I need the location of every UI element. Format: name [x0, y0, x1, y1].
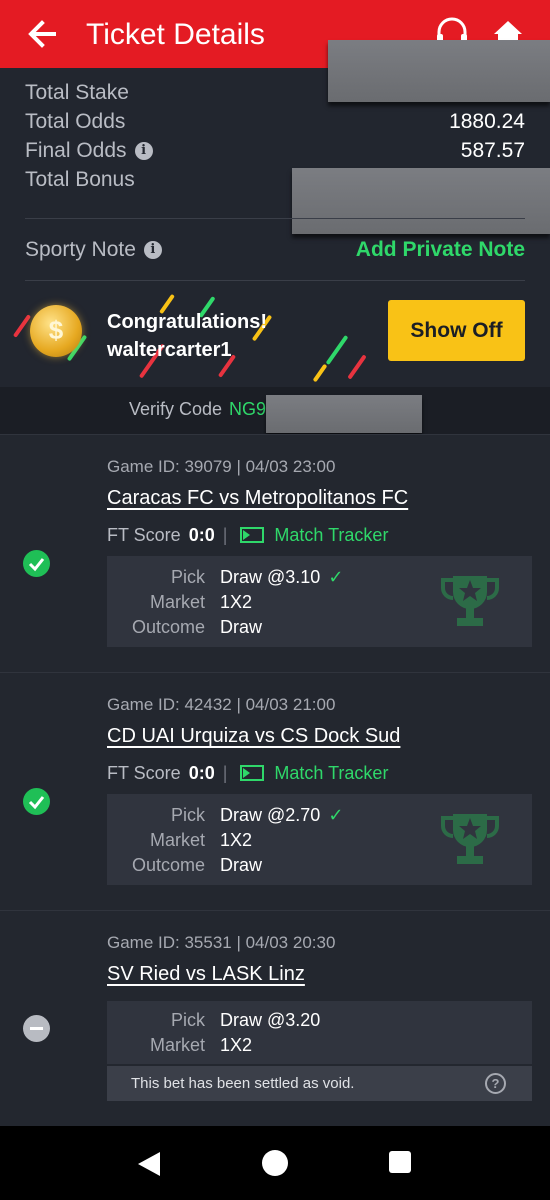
outcome-label: Outcome [131, 617, 205, 637]
divider [25, 218, 525, 219]
match-tracker-link[interactable]: Match Tracker [240, 763, 388, 783]
game-id: Game ID: 42432 | 04/03 21:00 [107, 695, 336, 714]
sporty-note-label: Sporty Note i [25, 236, 162, 264]
nav-home-icon[interactable] [262, 1150, 288, 1176]
void-notice-text: This bet has been settled as void. [131, 1075, 355, 1092]
trophy-icon [441, 576, 499, 626]
match-link[interactable]: Caracas FC vs Metropolitanos FC [107, 487, 408, 510]
market-value: 1X2 [220, 592, 253, 612]
redaction-block [266, 395, 422, 433]
final-odds-label: Final Odds [25, 139, 127, 162]
show-off-button[interactable]: Show Off [388, 300, 525, 361]
outcome-value: Draw [220, 617, 263, 637]
void-notice: This bet has been settled as void. ? [107, 1066, 532, 1101]
outcome-value: Draw [220, 855, 263, 875]
total-odds-row: Total Odds 1880.24 [25, 108, 525, 136]
match-link[interactable]: SV Ried vs LASK Linz [107, 963, 305, 986]
divider [25, 280, 525, 281]
verify-code-value: NG9 [229, 399, 267, 419]
final-odds-value: 587.57 [460, 139, 525, 162]
tracker-icon [240, 765, 265, 781]
check-icon: ✓ [328, 567, 344, 587]
back-arrow-icon[interactable] [24, 16, 60, 52]
match-link[interactable]: CD UAI Urquiza vs CS Dock Sud [107, 725, 400, 748]
tracker-icon [240, 527, 265, 543]
add-private-note-link[interactable]: Add Private Note [356, 236, 525, 264]
ft-score-row: FT Score 0:0 | Match Tracker [107, 763, 389, 783]
trophy-icon [441, 814, 499, 864]
redaction-block [292, 168, 550, 234]
nav-recents-icon[interactable] [389, 1151, 411, 1173]
verify-code-label: Verify Code [129, 399, 223, 419]
bet-card: Game ID: 39079 | 04/03 23:00 Caracas FC … [0, 434, 550, 672]
total-bonus-label: Total Bonus [25, 168, 135, 191]
pick-label: Pick [170, 1010, 205, 1030]
ft-score-row: FT Score 0:0 | Match Tracker [107, 525, 389, 545]
outcome-label: Outcome [131, 855, 205, 875]
total-odds-label: Total Odds [25, 110, 126, 133]
market-value: 1X2 [220, 830, 253, 850]
coin-icon: $ [30, 305, 82, 357]
pick-details: Pick Draw @3.10 ✓ Market 1X2 Outcome Draw [107, 556, 532, 647]
info-icon[interactable]: i [134, 142, 153, 161]
check-icon: ✓ [328, 805, 344, 825]
redaction-block [328, 40, 550, 102]
help-icon[interactable]: ? [485, 1073, 506, 1094]
market-label: Market [149, 1035, 205, 1055]
game-id: Game ID: 35531 | 04/03 20:30 [107, 933, 336, 952]
bet-card: Game ID: 35531 | 04/03 20:30 SV Ried vs … [0, 910, 550, 1126]
final-odds-row: Final Odds i 587.57 [25, 137, 525, 165]
system-nav-bar [0, 1126, 550, 1200]
won-check-icon [23, 788, 50, 815]
bet-card: Game ID: 42432 | 04/03 21:00 CD UAI Urqu… [0, 672, 550, 910]
won-check-icon [23, 550, 50, 577]
pick-details: Pick Draw @3.20 Market 1X2 [107, 1001, 532, 1064]
ft-score: 0:0 [188, 525, 215, 545]
username: waltercarter1 [107, 339, 232, 361]
pick-details: Pick Draw @2.70 ✓ Market 1X2 Outcome Draw [107, 794, 532, 885]
market-label: Market [149, 592, 205, 612]
nav-back-icon[interactable] [136, 1150, 162, 1178]
market-value: 1X2 [220, 1035, 253, 1055]
info-icon[interactable]: i [143, 241, 162, 260]
verify-code-row: Verify Code NG9 [0, 387, 550, 434]
page-title: Ticket Details [86, 18, 265, 51]
void-minus-icon [23, 1015, 50, 1042]
pick-value: Draw @3.10 ✓ [220, 567, 344, 587]
total-odds-value: 1880.24 [449, 110, 525, 133]
ft-score: 0:0 [188, 763, 215, 783]
game-id: Game ID: 39079 | 04/03 23:00 [107, 457, 336, 476]
congrats-text: Congratulations! [107, 311, 267, 333]
pick-value: Draw @3.20 [220, 1010, 321, 1030]
congrats-banner: $ Congratulations! waltercarter1 Show Of… [0, 283, 550, 387]
pick-label: Pick [170, 567, 205, 587]
pick-value: Draw @2.70 ✓ [220, 805, 344, 825]
match-tracker-link[interactable]: Match Tracker [240, 525, 388, 545]
total-stake-label: Total Stake [25, 81, 129, 104]
market-label: Market [149, 830, 205, 850]
pick-label: Pick [170, 805, 205, 825]
